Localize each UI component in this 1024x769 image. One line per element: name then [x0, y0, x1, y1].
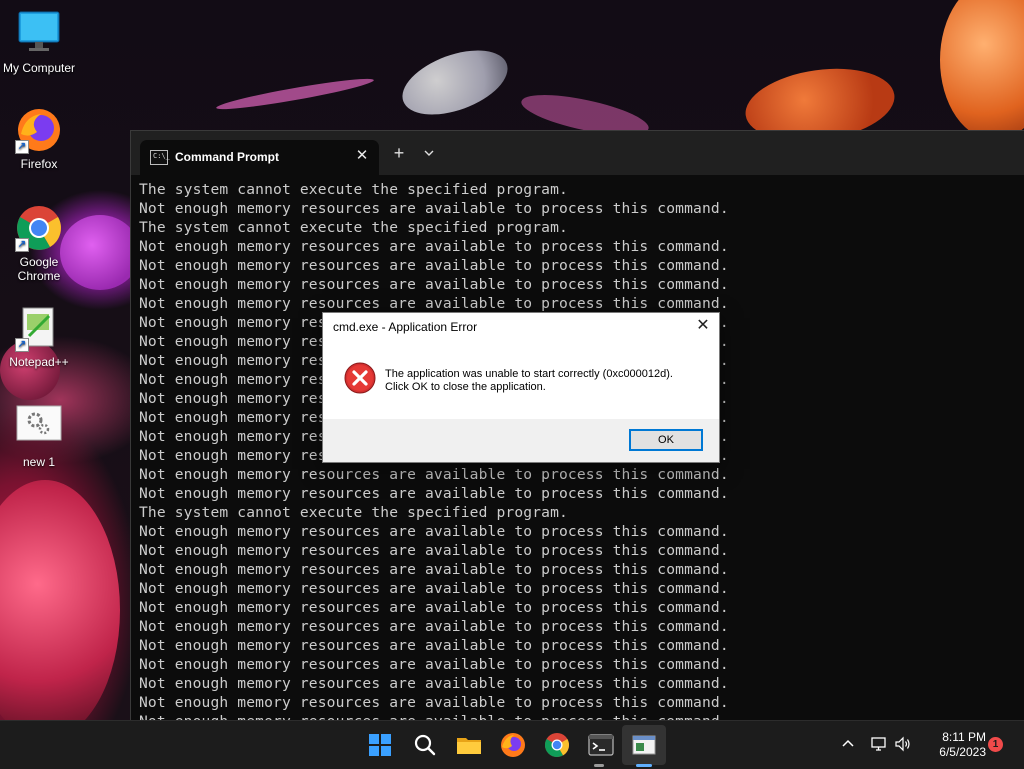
console-line: Not enough memory resources are availabl… — [139, 618, 729, 635]
console-line: Not enough memory resources are availabl… — [139, 712, 1019, 720]
tab-title: Command Prompt — [175, 150, 280, 164]
file-explorer-button[interactable] — [453, 729, 485, 761]
settings-file-icon — [15, 404, 63, 452]
terminal-tab-bar: C:\_ Command Prompt ✕ + — [131, 131, 1024, 175]
speaker-icon — [895, 736, 910, 752]
ok-button[interactable]: OK — [629, 429, 703, 451]
terminal-icon — [588, 734, 614, 756]
active-indicator — [636, 764, 652, 767]
shortcut-arrow-icon: ↗ — [15, 140, 29, 154]
console-line: Not enough memory resources are availabl… — [139, 675, 729, 692]
desktop-icon-google-chrome[interactable]: ↗ Google Chrome — [1, 204, 77, 283]
firefox-taskbar-button[interactable] — [497, 729, 529, 761]
console-line: Not enough memory resources are availabl… — [139, 485, 729, 502]
application-error-dialog[interactable]: cmd.exe - Application Error ✕ The applic… — [322, 312, 720, 463]
running-indicator — [594, 764, 604, 767]
dialog-message-line: Click OK to close the application. — [385, 381, 546, 393]
desktop-icon-label: Firefox — [20, 157, 58, 171]
chrome-icon: ↗ — [15, 204, 63, 252]
start-button[interactable] — [364, 729, 396, 761]
console-line: Not enough memory resources are availabl… — [139, 542, 729, 559]
dialog-message-line: The application was unable to start corr… — [385, 368, 673, 380]
console-line: Not enough memory resources are availabl… — [139, 200, 729, 217]
tab-close-icon[interactable]: ✕ — [352, 146, 372, 166]
terminal-taskbar-button[interactable] — [585, 729, 617, 761]
new-tab-button[interactable]: + — [389, 144, 409, 162]
chrome-icon — [544, 733, 570, 758]
network-icon — [871, 737, 886, 751]
windows-logo-icon — [369, 734, 391, 756]
shortcut-arrow-icon: ↗ — [15, 238, 29, 252]
chevron-down-icon — [424, 150, 434, 156]
window-app-icon — [632, 735, 656, 755]
console-line: The system cannot execute the specified … — [139, 504, 568, 521]
volume-button[interactable] — [894, 735, 912, 756]
folder-icon — [457, 738, 481, 754]
desktop-icon-notepad-plus-plus[interactable]: ↗ Notepad++ — [1, 304, 77, 369]
dialog-message: The application was unable to start corr… — [385, 368, 673, 394]
monitor-icon — [15, 10, 63, 58]
dialog-footer: OK — [323, 419, 719, 462]
command-prompt-icon: C:\_ — [150, 150, 170, 165]
shortcut-arrow-icon: ↗ — [15, 338, 29, 352]
console-line: Not enough memory resources are availabl… — [139, 257, 729, 274]
desktop-icon-label: Notepad++ — [9, 355, 69, 369]
console-line: Not enough memory resources are availabl… — [139, 238, 729, 255]
search-icon — [414, 734, 436, 756]
desktop-icon-firefox[interactable]: ↗ Firefox — [1, 106, 77, 171]
firefox-icon — [501, 733, 525, 757]
clock-time: 8:11 PM — [942, 730, 986, 744]
console-line: Not enough memory resources are availabl… — [139, 466, 729, 483]
console-line: Not enough memory resources are availabl… — [139, 295, 729, 312]
desktop-icon-label: new 1 — [22, 455, 56, 469]
console-line: The system cannot execute the specified … — [139, 219, 568, 236]
console-line: Not enough memory resources are availabl… — [139, 599, 729, 616]
chevron-up-icon — [842, 739, 854, 747]
console-line: Not enough memory resources are availabl… — [139, 656, 729, 673]
console-line: Not enough memory resources are availabl… — [139, 276, 729, 293]
notepad-plus-plus-taskbar-button[interactable] — [628, 729, 660, 761]
clock-date: 6/5/2023 — [939, 745, 986, 759]
dialog-close-icon[interactable]: ✕ — [693, 316, 713, 336]
tab-dropdown-button[interactable] — [419, 145, 439, 161]
console-line: The system cannot execute the specified … — [139, 181, 568, 198]
desktop-icon-label: My Computer — [2, 61, 76, 75]
search-button[interactable] — [409, 729, 441, 761]
chrome-taskbar-button[interactable] — [541, 729, 573, 761]
notepad-plus-plus-icon: ↗ — [15, 304, 63, 352]
console-line: Not enough memory resources are availabl… — [139, 637, 729, 654]
desktop-icon-new-1[interactable]: new 1 — [1, 404, 77, 469]
desktop-icon-my-computer[interactable]: My Computer — [1, 10, 77, 75]
clock[interactable]: 8:11 PM 6/5/2023 — [916, 730, 986, 760]
console-line: Not enough memory resources are availabl… — [139, 580, 729, 597]
console-line: Not enough memory resources are availabl… — [139, 523, 729, 540]
tab-command-prompt[interactable]: C:\_ Command Prompt ✕ — [140, 140, 379, 175]
dialog-title: cmd.exe - Application Error — [333, 320, 478, 334]
taskbar: 8:11 PM 6/5/2023 1 — [0, 720, 1024, 769]
error-icon — [344, 362, 376, 394]
notification-badge[interactable]: 1 — [988, 737, 1003, 752]
firefox-icon: ↗ — [15, 106, 63, 154]
console-line: Not enough memory resources are availabl… — [139, 694, 729, 711]
desktop-icon-label: Google Chrome — [17, 255, 61, 283]
network-button[interactable] — [870, 735, 888, 756]
console-line: Not enough memory resources are availabl… — [139, 561, 729, 578]
show-hidden-icons-button[interactable] — [840, 735, 856, 754]
